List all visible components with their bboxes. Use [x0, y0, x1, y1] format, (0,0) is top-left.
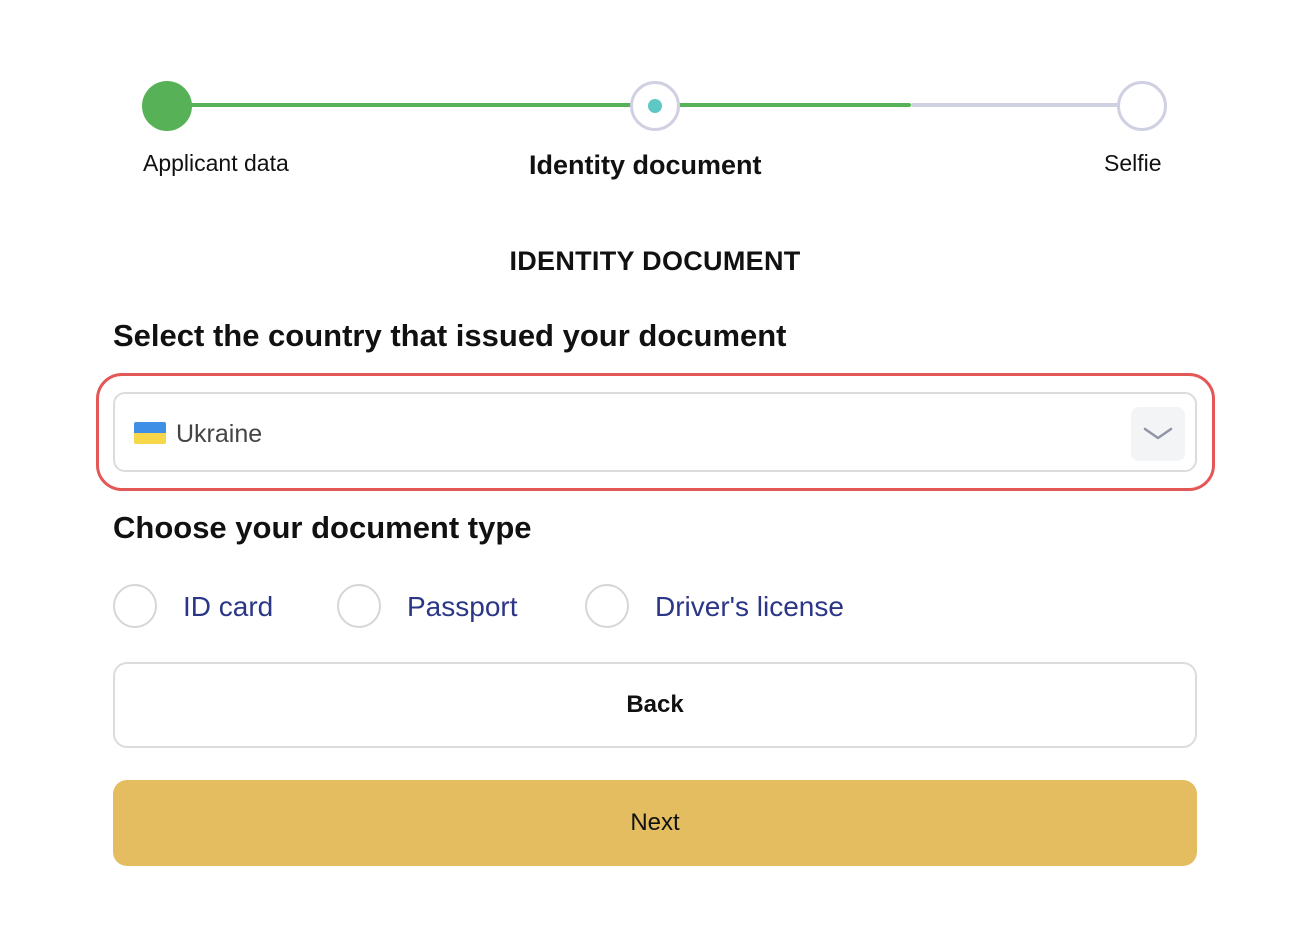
radio-button[interactable]: [337, 584, 381, 628]
progress-track-complete: [167, 103, 655, 107]
radio-label[interactable]: Passport: [407, 591, 518, 623]
step-completed-indicator: [142, 81, 192, 131]
step-current-indicator: [630, 81, 680, 131]
country-select-value: Ukraine: [176, 420, 263, 448]
progress-track-complete: [655, 103, 911, 107]
country-question: Select the country that issued your docu…: [113, 318, 787, 353]
step-label-applicant-data: Applicant data: [143, 150, 289, 176]
chevron-down-icon: [1143, 427, 1173, 440]
radio-label[interactable]: Driver's license: [655, 591, 844, 623]
next-button[interactable]: Next: [113, 780, 1197, 866]
country-select[interactable]: Ukraine: [113, 392, 1197, 472]
step-label-selfie: Selfie: [1104, 150, 1162, 176]
step-label-identity-document: Identity document: [529, 150, 762, 180]
progress-track-pending: [911, 103, 1142, 107]
section-title: IDENTITY DOCUMENT: [509, 246, 801, 276]
ukraine-flag-icon: [134, 422, 166, 444]
radio-button[interactable]: [113, 584, 157, 628]
identity-document-page: Applicant data Identity document Selfie …: [0, 0, 1310, 946]
document-type-question: Choose your document type: [113, 510, 532, 545]
current-step-dot: [648, 99, 662, 113]
country-dropdown-toggle[interactable]: [1131, 407, 1185, 461]
progress-stepper: Applicant data Identity document Selfie: [0, 0, 1310, 200]
radio-button[interactable]: [585, 584, 629, 628]
step-upcoming-indicator: [1117, 81, 1167, 131]
back-button[interactable]: Back: [113, 662, 1197, 748]
radio-label[interactable]: ID card: [183, 591, 273, 623]
